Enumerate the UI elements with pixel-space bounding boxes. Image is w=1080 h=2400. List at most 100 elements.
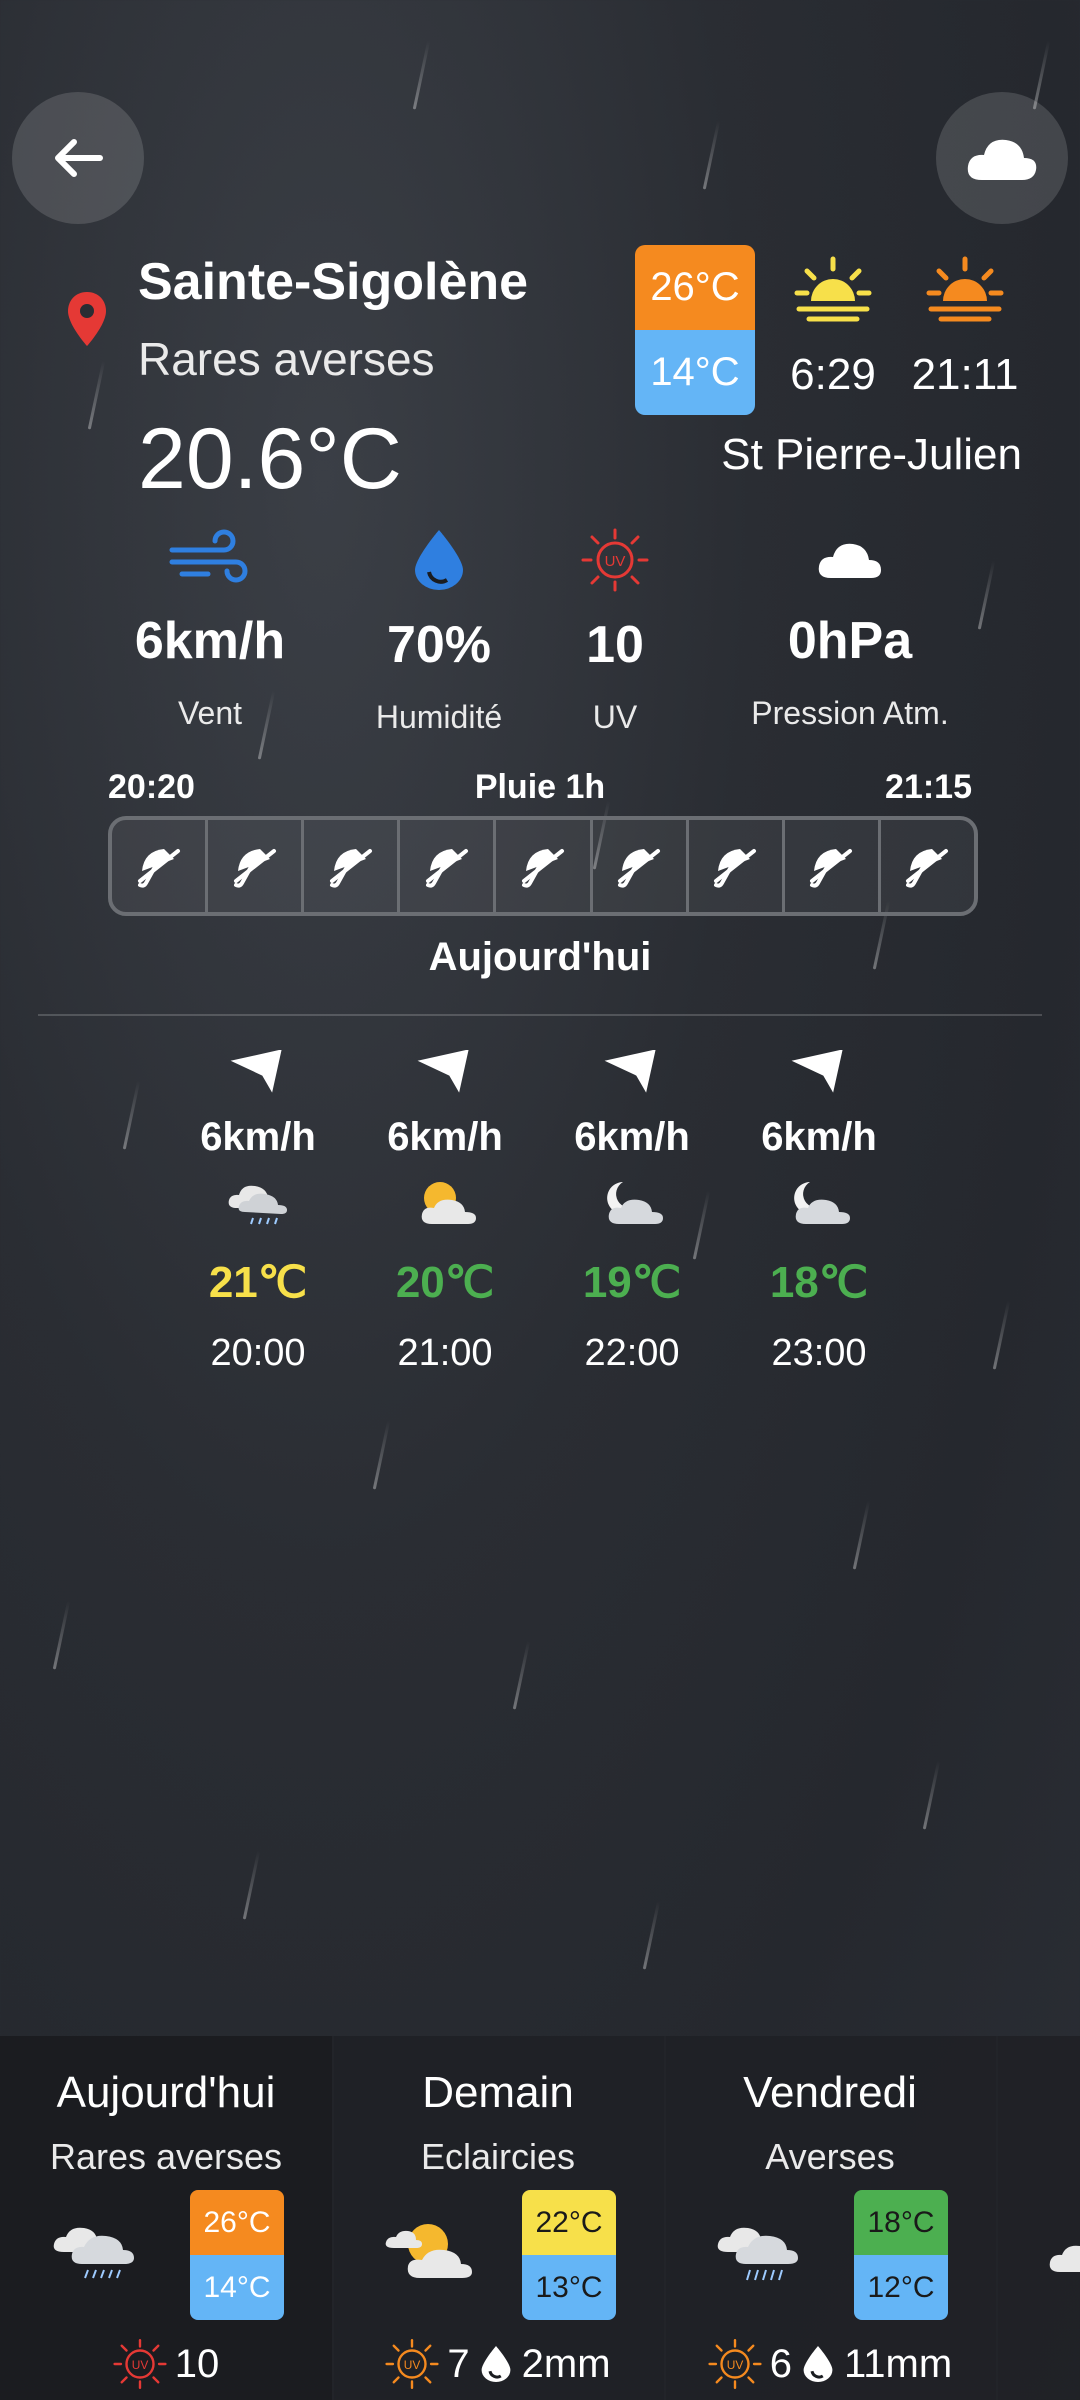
day-footer: UV 7 2mm (332, 2338, 664, 2390)
wind-value: 6km/h (134, 612, 286, 670)
uv-icon: UV (708, 2338, 762, 2390)
day-name: Vendredi (743, 2068, 917, 2117)
sunset: 21:11 (900, 255, 1030, 400)
rain-cell (496, 820, 593, 912)
hour-wind: 6km/h (574, 1115, 690, 1159)
no-rain-umbrella-icon (233, 849, 276, 888)
rain-drop-icon (803, 2346, 833, 2382)
day-card-demain[interactable]: Demain Eclaircies 22°C 13°C UV 7 2mm (332, 2036, 666, 2400)
hour-time: 20:00 (210, 1332, 306, 1374)
rain-drop-icon (481, 2346, 511, 2382)
day-uv: 6 (769, 2341, 793, 2386)
divider (38, 1014, 1042, 1016)
day-high-low: 26°C 14°C (190, 2190, 284, 2320)
cloud-icon (967, 139, 1037, 180)
rain-cell (593, 820, 689, 912)
rain-cell (785, 820, 881, 912)
current-condition: Rares averses (138, 333, 435, 385)
daily-forecast-list: Aujourd'hui Rares averses 26°C 14°C UV 1… (0, 2036, 1080, 2400)
day-card-today[interactable]: Aujourd'hui Rares averses 26°C 14°C UV 1… (0, 2036, 334, 2400)
hour-item-2000: 6km/h 21℃ 20:00 (168, 1049, 348, 1375)
rain-cell (689, 820, 785, 912)
wind-direction-arrow-icon (604, 1049, 656, 1093)
uv-icon: UV (385, 2338, 440, 2390)
uv-icon: UV (113, 2338, 167, 2390)
wind-direction-arrow-icon (417, 1049, 469, 1093)
humidity-drop-icon (415, 530, 463, 590)
day-footer: UV 6 11mm (664, 2338, 996, 2390)
svg-text:UV: UV (727, 2358, 744, 2372)
day-high-low: 22°C 13°C (522, 2190, 616, 2320)
no-rain-umbrella-icon (137, 849, 180, 888)
svg-text:UV: UV (404, 2358, 421, 2372)
current-temperature: 20.6°C (138, 411, 402, 507)
svg-text:UV: UV (605, 553, 626, 570)
hour-temp: 19℃ (582, 1258, 682, 1307)
no-rain-umbrella-icon (810, 849, 853, 888)
day-name: Demain (422, 2068, 574, 2117)
pressure-value: 0hPa (787, 612, 913, 670)
day-rain: 2mm (521, 2341, 611, 2386)
low-temp: 14°C (635, 330, 755, 415)
hour-time: 22:00 (584, 1332, 680, 1374)
day-high-low: 18°C 12°C (854, 2190, 948, 2320)
partly-sunny-icon (385, 2224, 472, 2278)
hour-temp: 18℃ (769, 1258, 869, 1307)
rain-end-time: 21:15 (885, 768, 972, 806)
weather-cloud-button[interactable] (936, 92, 1068, 224)
uv-icon: UV (581, 528, 649, 592)
day-condition: Averses (765, 2136, 895, 2177)
hour-temp: 20℃ (395, 1258, 495, 1307)
hour-time: 21:00 (397, 1332, 493, 1374)
day-card-vendredi[interactable]: Vendredi Averses 18°C 12°C UV 6 11mm (664, 2036, 998, 2400)
pressure-label: Pression Atm. (751, 695, 949, 731)
sunrise-icon (794, 256, 872, 322)
day-card-next-partial[interactable] (996, 2036, 1080, 2400)
no-rain-umbrella-icon (329, 849, 372, 888)
day-condition: Rares averses (49, 2136, 283, 2177)
back-button[interactable] (12, 92, 144, 224)
no-rain-umbrella-icon (425, 849, 468, 888)
day-rain: 11mm (844, 2341, 953, 2386)
rain-cell (881, 820, 974, 912)
uv-value: 10 (586, 616, 644, 674)
hour-temp: 21℃ (208, 1258, 308, 1307)
no-rain-umbrella-icon (714, 849, 757, 888)
day-condition: Eclaircies (420, 2136, 576, 2177)
current-stats: 6km/h Vent 70% Humidité UV 10 UV 0hPa Pr (100, 528, 1000, 748)
wind-direction-arrow-icon (230, 1049, 282, 1093)
hour-time: 23:00 (771, 1332, 867, 1374)
day-footer: UV 10 (0, 2338, 332, 2390)
cloud-icon (818, 543, 881, 578)
day-high: 18°C (854, 2190, 948, 2255)
rain-hour-bar (108, 816, 978, 916)
day-name: Aujourd'hui (56, 2068, 276, 2117)
day-uv: 7 (447, 2341, 470, 2386)
hour-wind: 6km/h (761, 1115, 877, 1159)
rain-cloud-icon (228, 1185, 287, 1225)
rain-cloud-icon (717, 2227, 798, 2281)
sunset-time: 21:11 (911, 350, 1019, 399)
wind-direction-arrow-icon (791, 1049, 843, 1093)
today-high-low: 26°C 14°C (635, 245, 755, 415)
hour-item-2100: 6km/h 20℃ 21:00 (355, 1049, 535, 1375)
hour-wind: 6km/h (200, 1115, 316, 1159)
svg-text:UV: UV (131, 2358, 148, 2372)
wind-label: Vent (177, 695, 243, 731)
rain-cell (208, 820, 305, 912)
cloud-icon (1049, 2245, 1080, 2272)
day-low: 13°C (522, 2255, 616, 2320)
hour-wind: 6km/h (387, 1115, 503, 1159)
sunrise-time: 6:29 (790, 350, 876, 399)
day-high: 26°C (190, 2190, 284, 2255)
high-temp: 26°C (635, 245, 755, 330)
day-high: 22°C (522, 2190, 616, 2255)
no-rain-umbrella-icon (618, 849, 661, 888)
city-name: Sainte-Sigolène (138, 253, 529, 311)
wind-icon (169, 529, 248, 583)
rain-cell (112, 820, 209, 912)
today-title: Aujourd'hui (428, 935, 652, 979)
day-uv: 10 (174, 2341, 220, 2386)
no-rain-umbrella-icon (521, 849, 564, 888)
uv-label: UV (592, 699, 638, 735)
